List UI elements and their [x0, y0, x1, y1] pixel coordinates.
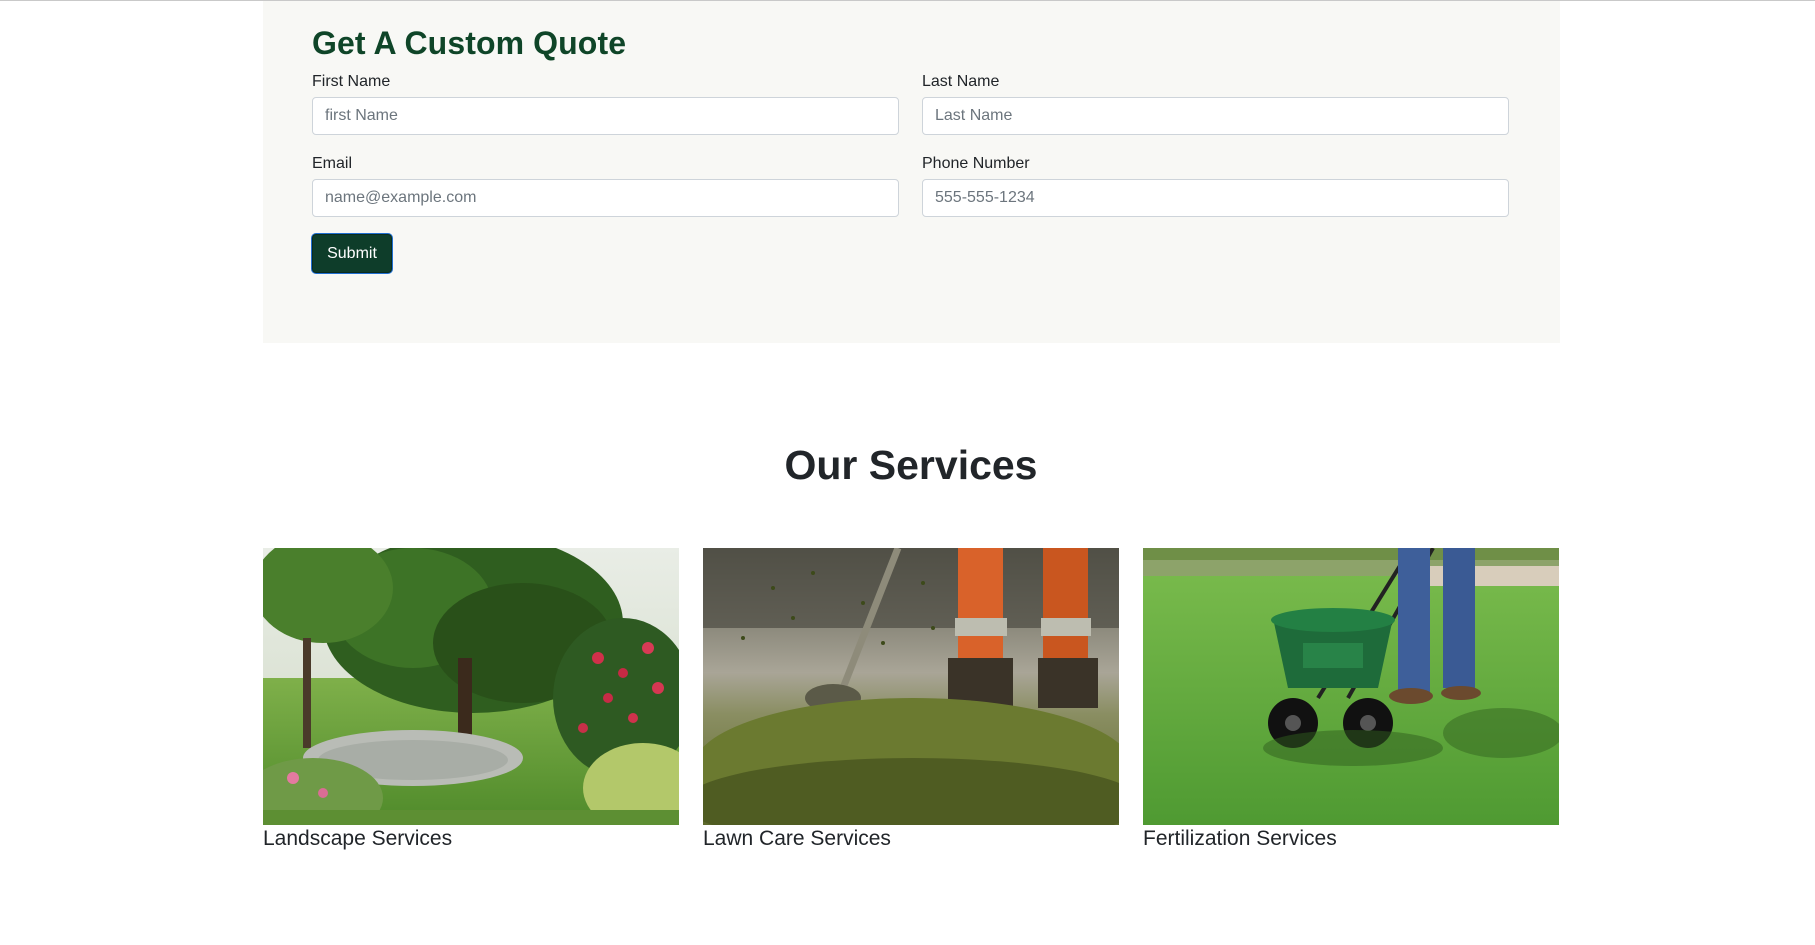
- service-name-fertilization: Fertilization Services: [1143, 827, 1337, 850]
- last-name-label: Last Name: [922, 73, 1000, 90]
- first-name-field-group: First Name: [312, 71, 899, 135]
- garden-pond-photo: [263, 548, 679, 825]
- service-card-fertilization[interactable]: Fertilization Services: [1143, 548, 1559, 852]
- email-input[interactable]: [312, 179, 899, 217]
- quote-form-title: Get A Custom Quote: [312, 25, 627, 61]
- services-heading: Our Services: [784, 442, 1038, 488]
- submit-button[interactable]: Submit: [312, 234, 392, 273]
- service-card-lawn-care[interactable]: Lawn Care Services: [703, 548, 1119, 852]
- service-name-lawn-care: Lawn Care Services: [703, 827, 891, 850]
- quote-form-panel: Get A Custom Quote First Name Last Name …: [263, 1, 1560, 343]
- last-name-field-group: Last Name: [922, 71, 1509, 135]
- email-field-group: Email: [312, 153, 899, 217]
- first-name-label: First Name: [312, 73, 391, 90]
- phone-input[interactable]: [922, 179, 1509, 217]
- service-card-landscape[interactable]: Landscape Services: [263, 548, 679, 852]
- fertilizer-spreader-photo: [1143, 548, 1559, 825]
- phone-field-group: Phone Number: [922, 153, 1509, 217]
- string-trimmer-photo: [703, 548, 1119, 825]
- last-name-input[interactable]: [922, 97, 1509, 135]
- service-name-landscape: Landscape Services: [263, 827, 453, 850]
- first-name-input[interactable]: [312, 97, 899, 135]
- phone-label: Phone Number: [922, 155, 1030, 172]
- email-label: Email: [312, 155, 353, 172]
